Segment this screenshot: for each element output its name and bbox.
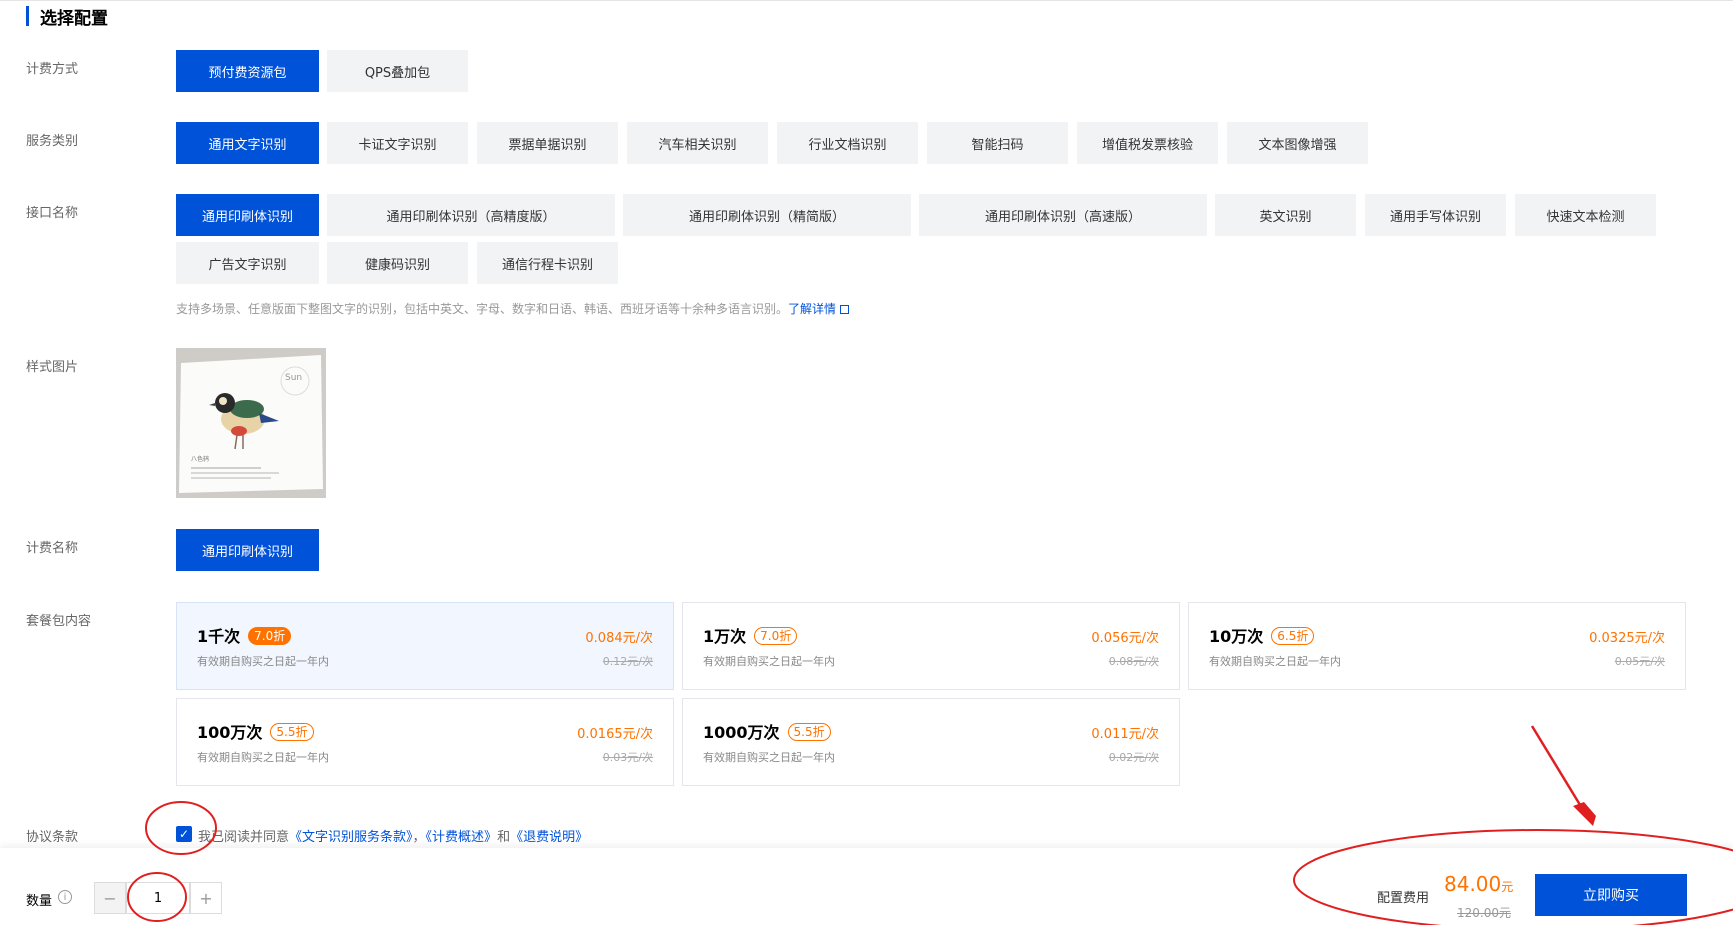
- agreement-checkbox[interactable]: ✓: [176, 826, 192, 842]
- discount-badge: 7.0折: [754, 627, 798, 645]
- learn-more-link[interactable]: 了解详情: [788, 302, 850, 316]
- api-fast[interactable]: 通用印刷体识别（高速版）: [919, 194, 1207, 236]
- service-type-enhance[interactable]: 文本图像增强: [1227, 122, 1368, 164]
- sample-bird-illustration: Sun 八色鸫: [177, 349, 325, 497]
- external-link-icon: [840, 305, 850, 314]
- service-type-card[interactable]: 卡证文字识别: [327, 122, 468, 164]
- check-icon: ✓: [178, 827, 190, 841]
- package-card-10m[interactable]: 1000万次 5.5折 有效期自购买之日起一年内 0.011元/次 0.02元/次: [682, 698, 1180, 786]
- buy-now-button[interactable]: 立即购买: [1535, 874, 1687, 916]
- service-type-invoice[interactable]: 票据单据识别: [477, 122, 618, 164]
- discount-badge: 7.0折: [248, 627, 292, 645]
- service-terms-link[interactable]: 《文字识别服务条款》: [289, 830, 413, 845]
- discount-badge: 6.5折: [1271, 627, 1315, 645]
- package-count-text: 1万次: [703, 627, 747, 646]
- package-count: 1000万次 5.5折: [703, 719, 831, 743]
- api-handwriting[interactable]: 通用手写体识别: [1365, 194, 1506, 236]
- api-ad-text[interactable]: 广告文字识别: [176, 242, 319, 284]
- api-english[interactable]: 英文识别: [1215, 194, 1356, 236]
- service-type-industry[interactable]: 行业文档识别: [777, 122, 918, 164]
- api-description: 支持多场景、任意版面下整图文字的识别，包括中英文、字母、数字和日语、韩语、西班牙…: [176, 300, 850, 317]
- package-count: 1万次 7.0折: [703, 623, 798, 647]
- package-validity: 有效期自购买之日起一年内: [1209, 655, 1341, 668]
- sample-caption-text: 八色鸫: [191, 455, 209, 463]
- info-icon[interactable]: i: [58, 890, 72, 904]
- agreement-text: 我已阅读并同意《文字识别服务条款》，《计费概述》和《退费说明》: [198, 826, 588, 845]
- top-divider: [0, 0, 1733, 1]
- package-price: 0.0165元/次: [577, 727, 653, 742]
- package-card-1m[interactable]: 100万次 5.5折 有效期自购买之日起一年内 0.0165元/次 0.03元/次: [176, 698, 674, 786]
- package-original-price: 0.05元/次: [1614, 655, 1665, 668]
- label-package: 套餐包内容: [26, 614, 92, 629]
- fee-price-unit: 元: [1501, 880, 1514, 894]
- package-count-text: 10万次: [1209, 627, 1264, 646]
- package-count-text: 1千次: [197, 627, 241, 646]
- fee-label: 配置费用: [1377, 891, 1430, 906]
- label-api-name: 接口名称: [26, 206, 79, 221]
- quantity-decrement-button[interactable]: −: [94, 882, 126, 914]
- package-original-price: 0.03元/次: [602, 751, 653, 764]
- service-type-car[interactable]: 汽车相关识别: [627, 122, 768, 164]
- annotation-arrow-head: [1573, 802, 1596, 826]
- billing-mode-qps[interactable]: QPS叠加包: [327, 50, 468, 92]
- package-validity: 有效期自购买之日起一年内: [703, 751, 835, 764]
- label-billing-name: 计费名称: [26, 541, 79, 556]
- package-count: 10万次 6.5折: [1209, 623, 1315, 647]
- service-type-general[interactable]: 通用文字识别: [176, 122, 319, 164]
- quantity-input[interactable]: [126, 882, 190, 914]
- agreement-separator: ，: [412, 830, 426, 845]
- package-original-price: 0.02元/次: [1108, 751, 1159, 764]
- package-price: 0.011元/次: [1091, 727, 1159, 742]
- fee-price: 84.00元: [1444, 872, 1513, 896]
- billing-mode-prepaid[interactable]: 预付费资源包: [176, 50, 319, 92]
- package-validity: 有效期自购买之日起一年内: [703, 655, 835, 668]
- package-price: 0.0325元/次: [1589, 631, 1665, 646]
- section-accent-bar: [26, 6, 29, 26]
- package-card-10k[interactable]: 1万次 7.0折 有效期自购买之日起一年内 0.056元/次 0.08元/次: [682, 602, 1180, 690]
- package-original-price: 0.12元/次: [602, 655, 653, 668]
- agreement-and: 和: [497, 830, 511, 845]
- package-card-1k[interactable]: 1千次 7.0折 有效期自购买之日起一年内 0.084元/次 0.12元/次: [176, 602, 674, 690]
- quantity-increment-button[interactable]: +: [190, 882, 222, 914]
- api-description-text: 支持多场景、任意版面下整图文字的识别，包括中英文、字母、数字和日语、韩语、西班牙…: [176, 302, 789, 316]
- fee-price-amount: 84.00: [1444, 872, 1502, 896]
- api-travel-card[interactable]: 通信行程卡识别: [477, 242, 618, 284]
- service-type-scan[interactable]: 智能扫码: [927, 122, 1068, 164]
- package-count-text: 1000万次: [703, 723, 780, 742]
- refund-policy-link[interactable]: 《退费说明》: [510, 830, 588, 845]
- package-count: 1千次 7.0折: [197, 623, 292, 647]
- learn-more-label: 了解详情: [788, 302, 837, 316]
- label-billing-mode: 计费方式: [26, 62, 79, 77]
- package-count-text: 100万次: [197, 723, 263, 742]
- package-validity: 有效期自购买之日起一年内: [197, 655, 329, 668]
- sample-sun-text: Sun: [285, 373, 302, 383]
- discount-badge: 5.5折: [270, 723, 314, 741]
- section-title: 选择配置: [40, 9, 108, 29]
- api-text-detect[interactable]: 快速文本检测: [1515, 194, 1656, 236]
- quantity-label: 数量: [26, 894, 53, 909]
- billing-overview-link[interactable]: 《计费概述》: [426, 830, 498, 845]
- package-count: 100万次 5.5折: [197, 719, 314, 743]
- api-general-print[interactable]: 通用印刷体识别: [176, 194, 319, 236]
- api-high-precision[interactable]: 通用印刷体识别（高精度版）: [327, 194, 615, 236]
- package-original-price: 0.08元/次: [1108, 655, 1159, 668]
- sample-image: Sun 八色鸫: [176, 348, 326, 498]
- package-price: 0.084元/次: [585, 631, 653, 646]
- billing-name-general-print[interactable]: 通用印刷体识别: [176, 529, 319, 571]
- label-agreement: 协议条款: [26, 830, 79, 845]
- agreement-prefix: 我已阅读并同意: [198, 830, 290, 845]
- label-sample-image: 样式图片: [26, 360, 79, 375]
- label-service-type: 服务类别: [26, 134, 79, 149]
- package-validity: 有效期自购买之日起一年内: [197, 751, 329, 764]
- service-type-vat[interactable]: 增值税发票核验: [1077, 122, 1218, 164]
- annotation-arrow-shaft: [1530, 725, 1590, 819]
- package-price: 0.056元/次: [1091, 631, 1159, 646]
- discount-badge: 5.5折: [787, 723, 831, 741]
- fee-original-price: 120.00元: [1457, 906, 1511, 920]
- package-card-100k[interactable]: 10万次 6.5折 有效期自购买之日起一年内 0.0325元/次 0.05元/次: [1188, 602, 1686, 690]
- api-health-code[interactable]: 健康码识别: [327, 242, 468, 284]
- api-lite[interactable]: 通用印刷体识别（精简版）: [623, 194, 911, 236]
